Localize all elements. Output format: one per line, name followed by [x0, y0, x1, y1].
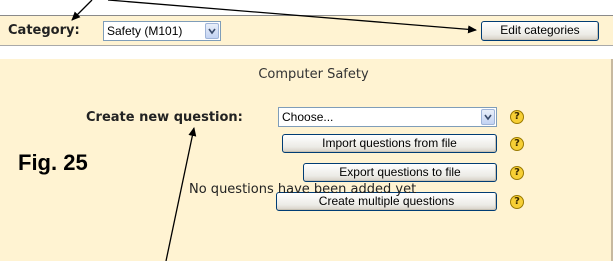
category-bar: Category: Safety (M101) Edit categories	[0, 0, 613, 60]
help-icon[interactable]: ?	[510, 110, 524, 124]
chevron-down-icon	[481, 109, 495, 125]
category-bar-divider	[0, 45, 613, 60]
section-title: Computer Safety	[258, 67, 369, 82]
empty-questions-message: No questions have been added yet	[189, 182, 417, 197]
question-bank-panel: Computer Safety Create new question: Cho…	[0, 59, 613, 261]
question-type-select[interactable]: Choose...	[278, 107, 497, 127]
category-select[interactable]: Safety (M101)	[103, 21, 221, 41]
import-questions-button[interactable]: Import questions from file	[282, 134, 497, 153]
help-icon[interactable]: ?	[510, 137, 524, 151]
question-type-value: Choose...	[282, 110, 334, 124]
help-icon[interactable]: ?	[510, 195, 524, 209]
chevron-down-icon	[205, 23, 219, 39]
figure-label: Fig. 25	[18, 150, 88, 175]
export-questions-button[interactable]: Export questions to file	[303, 163, 497, 182]
create-question-label: Create new question:	[86, 110, 243, 125]
category-label: Category:	[8, 23, 80, 38]
help-icon[interactable]: ?	[510, 166, 524, 180]
category-strip: Category: Safety (M101) Edit categories	[0, 15, 613, 46]
category-select-value: Safety (M101)	[107, 24, 183, 38]
edit-categories-button[interactable]: Edit categories	[481, 21, 599, 41]
